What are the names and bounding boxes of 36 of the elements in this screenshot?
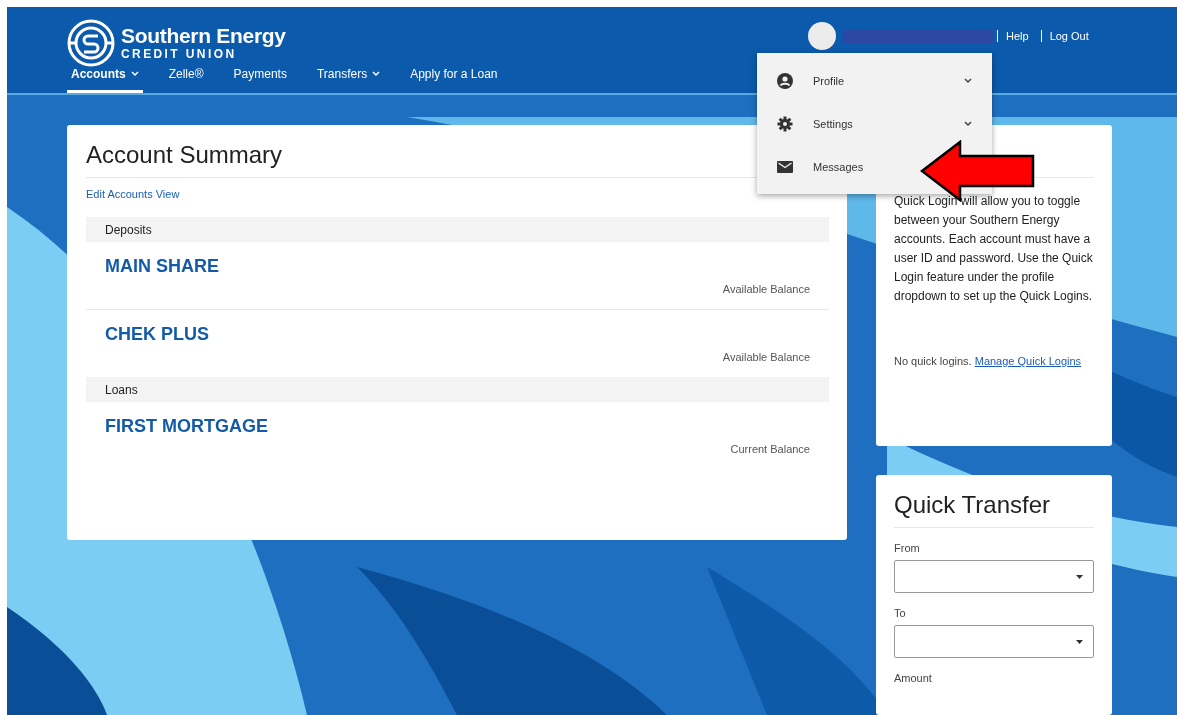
- nav-tab[interactable]: Accounts: [67, 67, 143, 93]
- caret-icon: [1076, 639, 1083, 644]
- no-logins-text: No quick logins. Manage Quick Logins: [894, 354, 1083, 369]
- settings-icon: [777, 115, 793, 132]
- envelope-icon: [777, 160, 793, 173]
- account-link[interactable]: CHEK PLUS: [105, 324, 209, 345]
- nav-tab[interactable]: Apply for a Loan: [406, 67, 502, 93]
- field-label: To: [894, 607, 907, 619]
- logo-icon: [67, 19, 115, 67]
- menu-item[interactable]: Messages: [757, 145, 884, 188]
- card-title: Quick Transfer: [894, 491, 1094, 528]
- quick-login-text: Quick Login will allow you to toggle between your Southern Energy accounts. Each account must have a user ID and password. Use the Quick Login feature under the profile dropdown to set up the Quick Logins.: [894, 193, 1094, 305]
- field-label: Amount: [894, 672, 933, 684]
- balance-label: Available Balance: [722, 283, 810, 295]
- field-label: From: [894, 542, 921, 554]
- header-link[interactable]: Help: [997, 30, 1037, 42]
- caret-icon: [1076, 574, 1083, 579]
- menu-item[interactable]: Settings: [757, 102, 992, 145]
- manage-logins-link[interactable]: Manage Quick Logins: [974, 355, 1082, 367]
- menu-item[interactable]: Profile: [757, 59, 992, 102]
- account-link[interactable]: FIRST MORTGAGE: [105, 416, 268, 437]
- logo-name: Southern Energy: [121, 25, 286, 47]
- select-field[interactable]: [894, 625, 1094, 658]
- balance-label: Current Balance: [730, 443, 810, 455]
- group-header: Loans: [86, 377, 829, 402]
- edit-accounts-link[interactable]: Edit Accounts View: [86, 188, 180, 200]
- balance-label: Available Balance: [722, 351, 810, 363]
- nav-tab[interactable]: Payments: [229, 67, 291, 93]
- account-link[interactable]: MAIN SHARE: [105, 256, 219, 277]
- logo-subtitle: CREDIT UNION: [121, 47, 238, 61]
- nav-tab[interactable]: Zelle®: [164, 67, 208, 93]
- group-header: Deposits: [86, 217, 829, 242]
- select-field[interactable]: [894, 560, 1094, 593]
- header-link[interactable]: Log Out: [1040, 30, 1097, 42]
- nav-tab[interactable]: Transfers: [312, 67, 385, 93]
- user-icon: [777, 72, 793, 89]
